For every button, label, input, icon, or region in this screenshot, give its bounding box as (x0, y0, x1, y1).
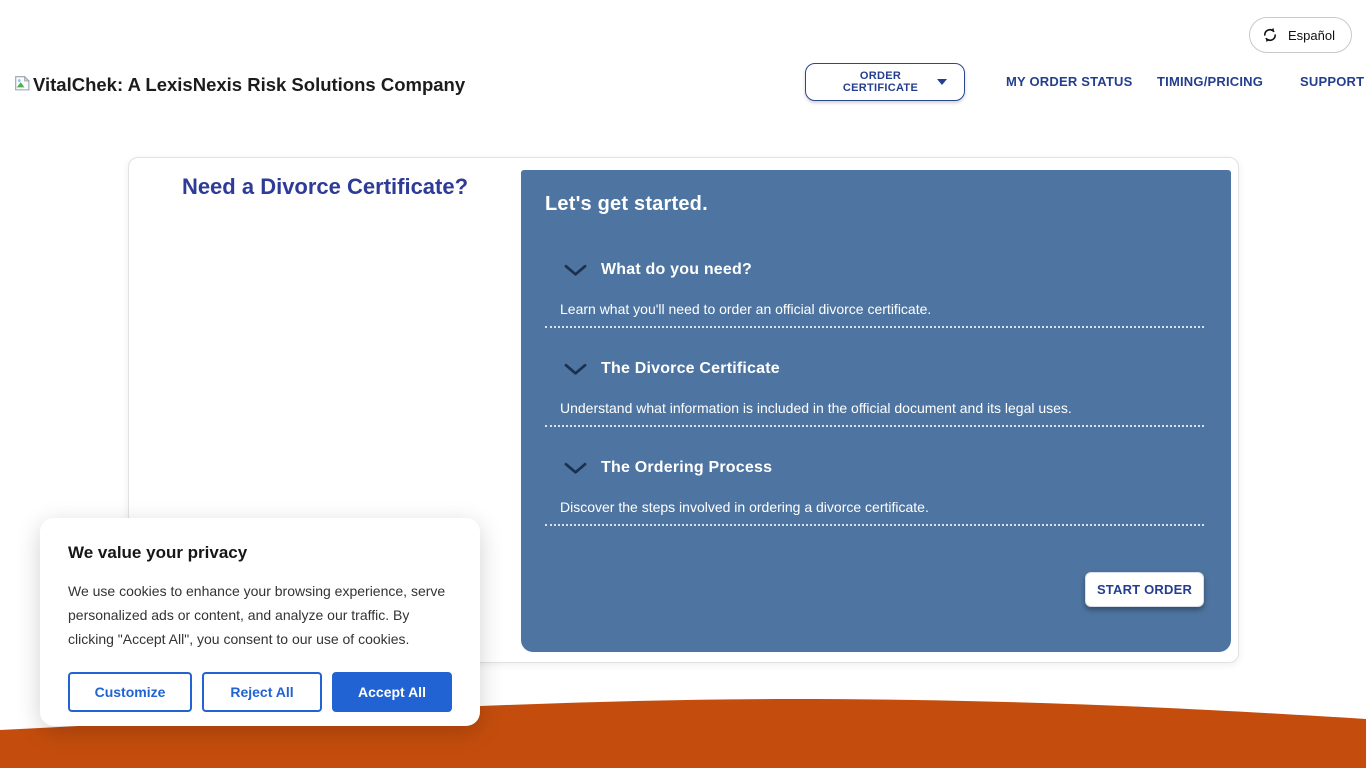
cookie-dialog: We value your privacy We use cookies to … (40, 518, 480, 726)
espanol-button[interactable]: Español (1249, 17, 1352, 53)
nav-link-my-order-status[interactable]: MY ORDER STATUS (1006, 74, 1133, 89)
chevron-down-icon (564, 363, 587, 376)
chevron-down-icon (564, 462, 587, 475)
accordion-label: The Ordering Process (601, 459, 772, 477)
accordion-header[interactable]: What do you need? (564, 261, 1231, 279)
chevron-down-icon (564, 264, 587, 277)
accept-all-button[interactable]: Accept All (332, 672, 452, 712)
start-order-button[interactable]: START ORDER (1085, 572, 1204, 607)
dotted-divider (545, 425, 1204, 427)
nav-link-support[interactable]: SUPPORT (1300, 74, 1364, 89)
accordion-description: Understand what information is included … (560, 400, 1231, 416)
accordion-section-divorce-certificate: The Divorce Certificate Understand what … (521, 360, 1231, 427)
caret-down-icon (937, 79, 947, 85)
accordion-description: Learn what you'll need to order an offic… (560, 301, 1231, 317)
nav-link-timing-pricing[interactable]: TIMING/PRICING (1157, 74, 1263, 89)
cookie-body: We use cookies to enhance your browsing … (68, 579, 452, 651)
accordion-header[interactable]: The Divorce Certificate (564, 360, 1231, 378)
accordion-label: What do you need? (601, 261, 752, 279)
cookie-title: We value your privacy (68, 543, 452, 563)
accordion-description: Discover the steps involved in ordering … (560, 499, 1231, 515)
site-logo[interactable]: VitalChek: A LexisNexis Risk Solutions C… (14, 74, 465, 96)
espanol-label: Español (1288, 28, 1335, 43)
accordion-section-what-do-you-need: What do you need? Learn what you'll need… (521, 261, 1231, 328)
order-certificate-button[interactable]: ORDER CERTIFICATE (805, 63, 965, 101)
accordion-section-ordering-process: The Ordering Process Discover the steps … (521, 459, 1231, 526)
refresh-icon (1262, 27, 1278, 43)
panel-title: Let's get started. (545, 193, 1231, 216)
reject-all-button[interactable]: Reject All (202, 672, 322, 712)
dotted-divider (545, 524, 1204, 526)
logo-alt-text: VitalChek: A LexisNexis Risk Solutions C… (33, 74, 465, 96)
dotted-divider (545, 326, 1204, 328)
broken-image-icon (14, 74, 31, 92)
accordion-label: The Divorce Certificate (601, 360, 780, 378)
get-started-panel: Let's get started. What do you need? Lea… (521, 170, 1231, 652)
order-certificate-label: ORDER CERTIFICATE (824, 70, 937, 94)
page-title: Need a Divorce Certificate? (129, 174, 521, 200)
accordion-header[interactable]: The Ordering Process (564, 459, 1231, 477)
customize-button[interactable]: Customize (68, 672, 192, 712)
